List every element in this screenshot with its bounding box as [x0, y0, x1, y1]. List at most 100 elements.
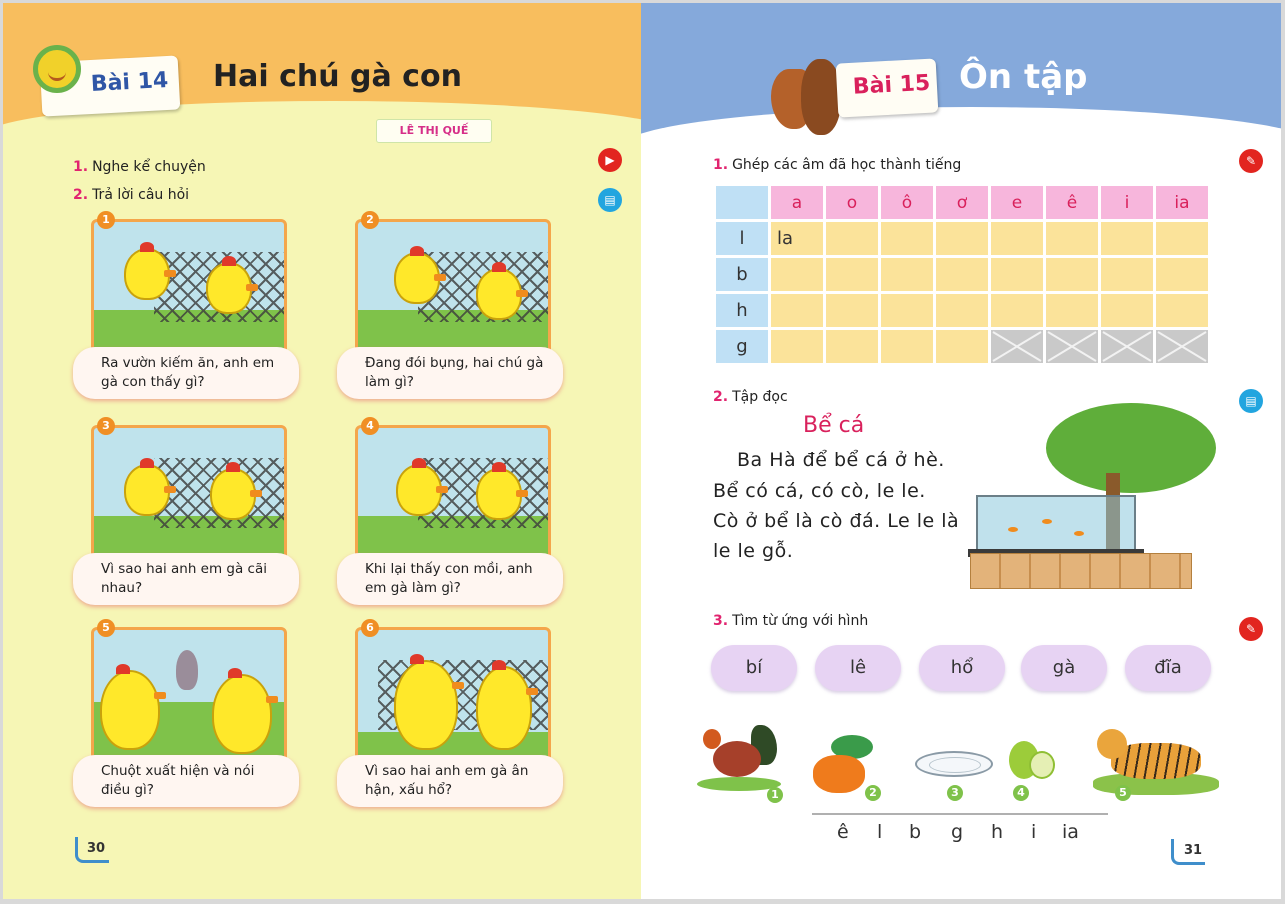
grid-cell[interactable] — [771, 258, 823, 291]
panel-caption: Khi lại thấy con mồi, anh em gà làm gì? — [337, 553, 563, 605]
task-number: 2. — [713, 389, 729, 405]
page-number: 31 — [1184, 843, 1203, 858]
grid-row-header: l — [716, 222, 768, 255]
reading-line: Ba Hà để bể cá ở hè. — [737, 449, 945, 471]
right-page: Bài 15 Ôn tập 1. Ghép các âm đã học thành… — [641, 3, 1281, 899]
word-card[interactable]: đĩa — [1125, 645, 1211, 691]
grid-row-header: g — [716, 330, 768, 363]
letters-divider — [812, 813, 1108, 815]
chick-icon — [394, 246, 446, 304]
picture-number: 3 — [947, 785, 963, 801]
grid-cell[interactable] — [826, 222, 878, 255]
grid-cell[interactable] — [826, 294, 878, 327]
chick-icon — [124, 458, 176, 516]
edit-icon[interactable]: ✎ — [1239, 149, 1263, 173]
letter-tile[interactable]: b — [909, 821, 921, 843]
task-text: Trả lời câu hỏi — [92, 187, 190, 203]
grid-cell[interactable] — [771, 330, 823, 363]
grid-cell[interactable] — [881, 222, 933, 255]
lesson-14-label: Bài 14 — [90, 67, 169, 97]
grid-cell[interactable]: la — [771, 222, 823, 255]
word-card[interactable]: hổ — [919, 645, 1005, 691]
panel-number-badge: 5 — [97, 619, 115, 637]
grid-cell[interactable] — [991, 294, 1043, 327]
pumpkin-body — [813, 755, 865, 793]
grid-cell[interactable] — [1156, 294, 1208, 327]
syllable-grid: a o ô ơ e ê i ia l la b h g — [713, 183, 1211, 366]
grid-row-h: h — [716, 294, 1208, 327]
grid-cell[interactable] — [881, 330, 933, 363]
chick-icon — [210, 462, 262, 520]
panel-caption: Đang đói bụng, hai chú gà làm gì? — [337, 347, 563, 399]
word-card[interactable]: bí — [711, 645, 797, 691]
grid-cell[interactable] — [1046, 294, 1098, 327]
panel-number-badge: 4 — [361, 417, 379, 435]
picture-number: 1 — [767, 787, 783, 803]
grid-cell[interactable] — [991, 258, 1043, 291]
lesson-14-title: Hai chú gà con — [213, 59, 462, 94]
page-number: 30 — [87, 841, 106, 856]
task-text: Tập đọc — [732, 389, 788, 405]
panel-number-badge: 2 — [361, 211, 379, 229]
chick-icon — [394, 654, 464, 750]
story-illustration-6 — [355, 627, 551, 765]
grid-cell[interactable] — [1101, 294, 1153, 327]
task-find-words: 3. Tìm từ ứng với hình — [713, 613, 868, 629]
grid-cell[interactable] — [1156, 258, 1208, 291]
grid-cell[interactable] — [826, 258, 878, 291]
reading-line: Bể có cá, có cò, le le. — [713, 480, 926, 502]
story-illustration-4 — [355, 425, 551, 563]
word-card[interactable]: lê — [815, 645, 901, 691]
task-combine-sounds: 1. Ghép các âm đã học thành tiếng — [713, 157, 961, 173]
letter-tile[interactable]: ê — [837, 821, 849, 843]
reading-line: Cò ở bể là cò đá. Le le là — [713, 510, 960, 532]
grid-cell[interactable] — [826, 330, 878, 363]
chick-icon — [124, 242, 176, 300]
panel-number-badge: 3 — [97, 417, 115, 435]
lesson-15-label: Bài 15 — [852, 70, 931, 100]
edit-icon[interactable]: ✎ — [1239, 617, 1263, 641]
grid-cell[interactable] — [936, 258, 988, 291]
play-audio-icon[interactable]: ▶ — [598, 148, 622, 172]
letter-tile[interactable]: l — [877, 821, 882, 843]
letter-tile[interactable]: i — [1031, 821, 1036, 843]
left-page: Bài 14 Hai chú gà con LÊ THỊ QUẾ 1. Nghe … — [3, 3, 641, 899]
book-icon[interactable]: ▤ — [1239, 389, 1263, 413]
grid-cell[interactable] — [936, 294, 988, 327]
task-text: Tìm từ ứng với hình — [732, 613, 869, 629]
fish-icon — [1008, 527, 1018, 532]
grid-cell[interactable] — [936, 330, 988, 363]
panel-caption: Vì sao hai anh em gà ân hận, xấu hổ? — [337, 755, 563, 807]
grid-cell[interactable] — [1156, 222, 1208, 255]
fish-icon — [1074, 531, 1084, 536]
letter-tile[interactable]: g — [951, 821, 963, 843]
grid-cell[interactable] — [1101, 222, 1153, 255]
mouse-icon — [176, 650, 198, 690]
grid-cell[interactable] — [936, 222, 988, 255]
letter-tile[interactable]: h — [991, 821, 1003, 843]
grid-cell[interactable] — [881, 294, 933, 327]
grid-cell[interactable] — [1101, 258, 1153, 291]
grid-cell[interactable] — [991, 222, 1043, 255]
panel-number-badge: 6 — [361, 619, 379, 637]
crossed-out-cell — [991, 330, 1043, 363]
fish-icon — [1042, 519, 1052, 524]
chick-icon — [100, 664, 166, 750]
grid-cell[interactable] — [771, 294, 823, 327]
grid-cell[interactable] — [1046, 258, 1098, 291]
word-card[interactable]: gà — [1021, 645, 1107, 691]
grid-cell[interactable] — [1046, 222, 1098, 255]
grid-column-header: ô — [881, 186, 933, 219]
reading-line: le le gỗ. — [713, 540, 794, 562]
book-icon[interactable]: ▤ — [598, 188, 622, 212]
task-text: Ghép các âm đã học thành tiếng — [732, 157, 962, 173]
task-reading: 2. Tập đọc — [713, 389, 788, 405]
task-number: 1. — [713, 157, 729, 173]
letter-tile[interactable]: ia — [1062, 821, 1079, 843]
grid-column-header: a — [771, 186, 823, 219]
task-number: 3. — [713, 613, 729, 629]
grid-cell[interactable] — [881, 258, 933, 291]
chick-icon — [396, 458, 448, 516]
brick-ledge — [970, 553, 1192, 589]
grid-row-g: g — [716, 330, 1208, 363]
